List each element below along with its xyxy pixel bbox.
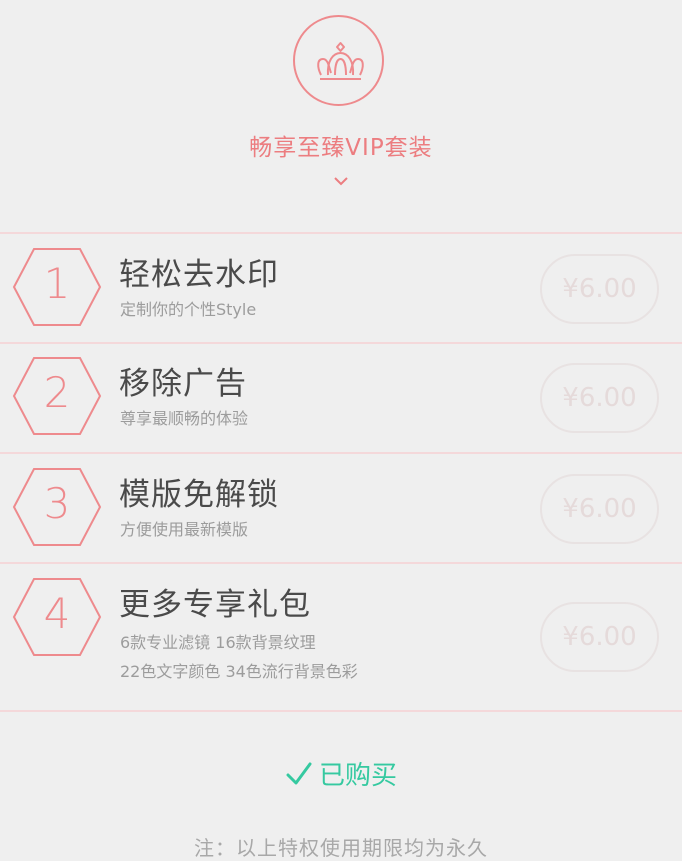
- item-number: 1: [43, 259, 71, 308]
- item-number: 3: [43, 479, 71, 528]
- item-number: 4: [43, 589, 71, 638]
- list-item: 3 模版免解锁 方便使用最新模版 ¥6.00: [0, 454, 682, 564]
- price-button[interactable]: ¥6.00: [540, 254, 659, 324]
- list-item: 4 更多专享礼包 6款专业滤镜 16款背景纹理 22色文字颜色 34色流行背景色…: [0, 564, 682, 710]
- crown-badge: [293, 15, 384, 106]
- item-title: 移除广告: [119, 366, 247, 402]
- chevron-down-icon[interactable]: [332, 175, 350, 187]
- purchased-label: 已购买: [318, 761, 397, 791]
- checkmark-icon: [286, 762, 312, 784]
- item-subtitle: 尊享最顺畅的体验: [120, 409, 249, 428]
- item-title: 模版免解锁: [119, 477, 279, 513]
- crown-icon: [317, 42, 364, 80]
- item-subtitle: 22色文字颜色 34色流行背景色彩: [120, 662, 358, 681]
- item-title: 轻松去水印: [119, 257, 279, 293]
- divider: [0, 710, 682, 712]
- item-title: 更多专享礼包: [119, 587, 311, 623]
- item-subtitle: 定制你的个性Style: [120, 300, 257, 319]
- list-item: 2 移除广告 尊享最顺畅的体验 ¥6.00: [0, 344, 682, 454]
- item-subtitle: 6款专业滤镜 16款背景纹理: [120, 633, 316, 652]
- purchased-status: 已购买: [0, 755, 682, 792]
- item-subtitle: 方便使用最新模版: [120, 520, 249, 539]
- price-button[interactable]: ¥6.00: [540, 602, 659, 672]
- page-title: 畅享至臻VIP套装: [249, 135, 433, 161]
- item-number: 2: [43, 368, 71, 417]
- list-item: 1 轻松去水印 定制你的个性Style ¥6.00: [0, 234, 682, 344]
- footer-note: 注：以上特权使用期限均为永久: [194, 836, 488, 860]
- price-button[interactable]: ¥6.00: [540, 363, 659, 433]
- price-button[interactable]: ¥6.00: [540, 474, 659, 544]
